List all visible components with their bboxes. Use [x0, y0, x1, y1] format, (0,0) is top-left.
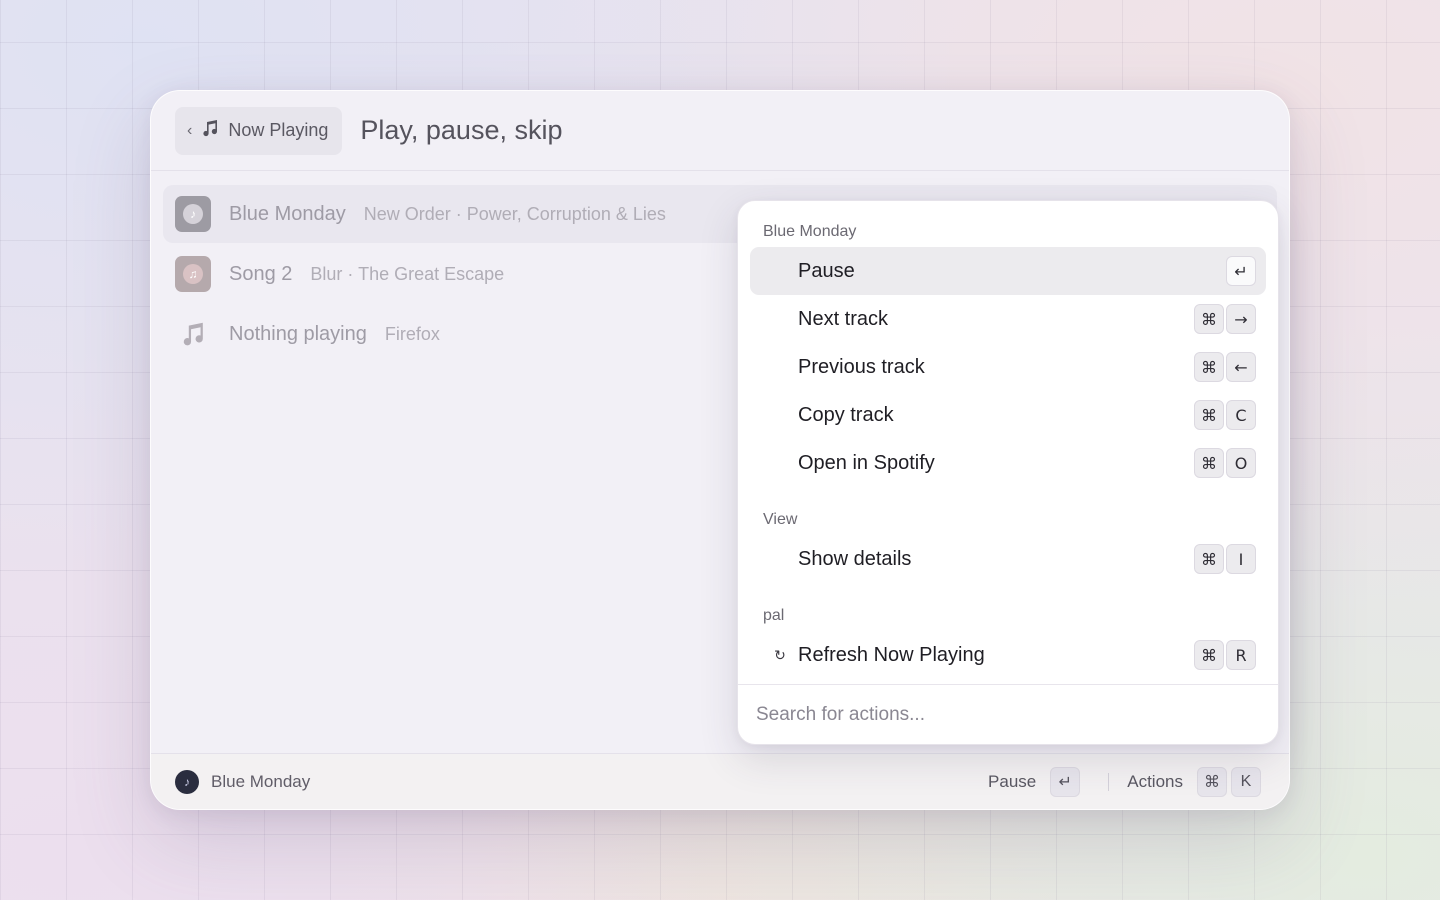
menu-item-copy-track[interactable]: Copy track ⌘ C: [750, 391, 1266, 439]
menu-item-previous-track[interactable]: Previous track ⌘ ←: [750, 343, 1266, 391]
chevron-left-icon: ‹: [187, 121, 193, 139]
album-art-icon: ♪: [175, 196, 211, 232]
primary-action-button[interactable]: Pause: [988, 772, 1036, 792]
track-name: Nothing playing: [229, 322, 367, 345]
menu-item-pause[interactable]: Pause ↵: [750, 247, 1266, 295]
arrow-left-key-hint: ←: [1226, 352, 1256, 382]
back-button-label: Now Playing: [228, 120, 329, 140]
track-subtitle: Firefox: [384, 323, 440, 344]
menu-item-refresh-now-playing[interactable]: ↻ Refresh Now Playing ⌘ R: [750, 631, 1266, 679]
r-key-hint: R: [1226, 640, 1256, 670]
arrow-right-key-hint: →: [1226, 304, 1256, 334]
footer-bar: ♪ Blue Monday Pause ↵ Actions ⌘ K: [151, 753, 1289, 809]
menu-item-show-details[interactable]: Show details ⌘ I: [750, 535, 1266, 583]
i-key-hint: I: [1226, 544, 1256, 574]
track-subtitle: Blur · The Great Escape: [310, 263, 505, 284]
c-key-hint: C: [1226, 400, 1256, 430]
k-key-hint: K: [1231, 766, 1261, 797]
music-note-icon: [175, 316, 211, 352]
header: ‹ Now Playing Play, pause, skip: [151, 91, 1289, 171]
command-key-hint: ⌘: [1194, 544, 1224, 574]
track-name: Blue Monday: [229, 202, 346, 225]
menu-item-label: Show details: [798, 547, 912, 570]
command-key-hint: ⌘: [1194, 352, 1224, 382]
menu-item-label: Previous track: [798, 355, 925, 378]
command-key-hint: ⌘: [1194, 448, 1224, 478]
actions-search-input[interactable]: Search for actions...: [738, 684, 1278, 744]
return-key-hint: ↵: [1050, 766, 1081, 797]
music-note-icon: [200, 118, 220, 143]
actions-menu: Blue Monday Pause ↵ Next track ⌘ → Previ…: [737, 200, 1279, 745]
album-art-icon: ♫: [175, 256, 211, 292]
command-key-hint: ⌘: [1194, 640, 1224, 670]
menu-section-title: Blue Monday: [763, 223, 857, 240]
menu-item-label: Open in Spotify: [798, 451, 935, 474]
menu-item-label: Next track: [798, 307, 889, 330]
refresh-icon: ↻: [774, 646, 786, 663]
page-title: Play, pause, skip: [360, 115, 563, 145]
return-key-hint: ↵: [1226, 256, 1256, 286]
current-track-name: Blue Monday: [211, 771, 311, 791]
menu-section-title: pal: [763, 607, 785, 624]
actions-button[interactable]: Actions: [1127, 772, 1183, 792]
menu-item-label: Copy track: [798, 403, 894, 426]
command-key-hint: ⌘: [1194, 304, 1224, 334]
menu-section-title: View: [763, 511, 798, 528]
menu-item-open-in-spotify[interactable]: Open in Spotify ⌘ O: [750, 439, 1266, 487]
menu-item-next-track[interactable]: Next track ⌘ →: [750, 295, 1266, 343]
back-button[interactable]: ‹ Now Playing: [175, 106, 343, 155]
command-key-hint: ⌘: [1194, 400, 1224, 430]
divider: [1108, 772, 1110, 791]
o-key-hint: O: [1226, 448, 1256, 478]
menu-item-label: Pause: [798, 259, 855, 282]
track-name: Song 2: [229, 262, 293, 285]
current-track-art-icon: ♪: [175, 769, 199, 794]
track-subtitle: New Order · Power, Corruption & Lies: [363, 203, 666, 224]
command-key-hint: ⌘: [1197, 766, 1227, 797]
menu-item-label: Refresh Now Playing: [798, 643, 985, 666]
